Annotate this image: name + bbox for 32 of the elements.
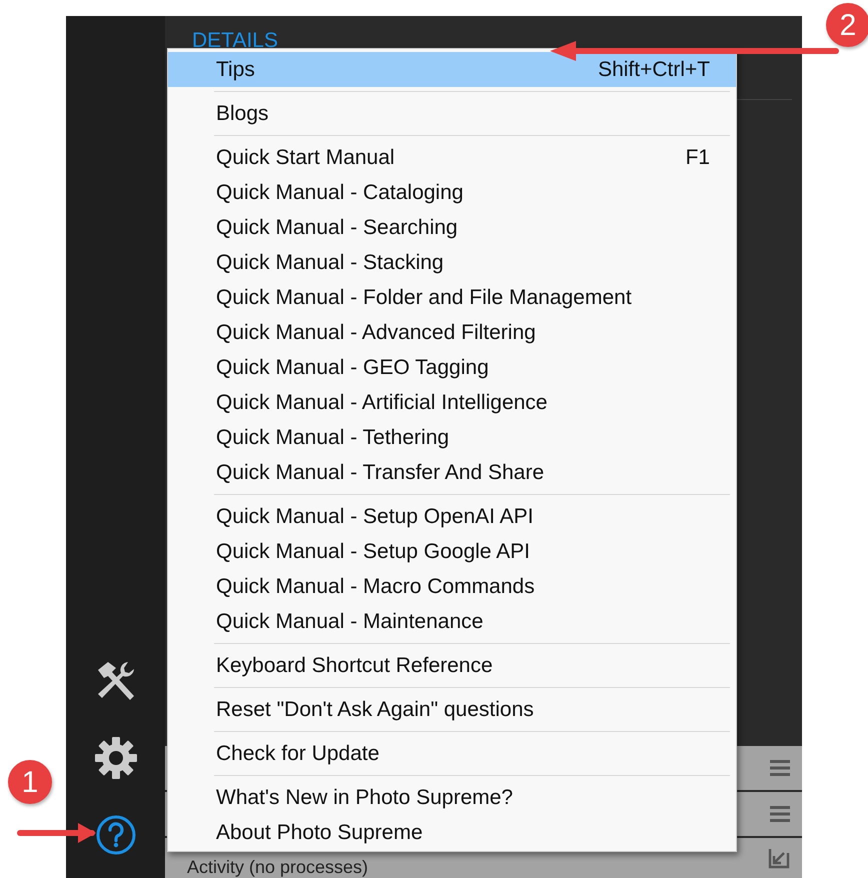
- menu-item[interactable]: Quick Manual - Folder and File Management: [168, 280, 736, 315]
- settings-icon[interactable]: [94, 736, 138, 780]
- collapse-icon[interactable]: [768, 846, 790, 869]
- callout-badge: 2: [826, 3, 868, 47]
- menu-icon[interactable]: [770, 804, 790, 823]
- menu-item[interactable]: Quick Manual - Transfer And Share: [168, 455, 736, 490]
- panel-label: Activity (no processes): [187, 857, 370, 878]
- menu-item[interactable]: Check for Update: [168, 736, 736, 771]
- menu-item[interactable]: Quick Manual - Artificial Intelligence: [168, 385, 736, 420]
- menu-item[interactable]: Quick Manual - Advanced Filtering: [168, 315, 736, 350]
- menu-item[interactable]: What's New in Photo Supreme?: [168, 780, 736, 815]
- menu-item[interactable]: About Photo Supreme: [168, 815, 736, 850]
- shortcut-text: F1: [685, 144, 710, 171]
- menu-item[interactable]: Quick Manual - Searching: [168, 210, 736, 245]
- menu-item[interactable]: Quick Start Manual F1: [168, 140, 736, 175]
- menu-item[interactable]: Quick Manual - Maintenance: [168, 604, 736, 639]
- help-icon[interactable]: [94, 814, 136, 856]
- callout-badge: 1: [8, 760, 52, 804]
- menu-item[interactable]: Quick Manual - Setup OpenAI API: [168, 499, 736, 534]
- menu-item[interactable]: Quick Manual - Macro Commands: [168, 569, 736, 604]
- menu-item[interactable]: Quick Manual - GEO Tagging: [168, 350, 736, 385]
- menu-item[interactable]: Tips Shift+Ctrl+T: [168, 52, 736, 87]
- shortcut-text: Shift+Ctrl+T: [598, 56, 710, 83]
- menu-item[interactable]: Quick Manual - Tethering: [168, 420, 736, 455]
- menu-item[interactable]: Reset "Don't Ask Again" questions: [168, 692, 736, 727]
- menu-item[interactable]: Quick Manual - Stacking: [168, 245, 736, 280]
- panel-title: DETAILS: [191, 28, 279, 52]
- menu-item[interactable]: Blogs: [168, 96, 736, 131]
- menu-item[interactable]: Quick Manual - Cataloging: [168, 175, 736, 210]
- menu-item[interactable]: Quick Manual - Setup Google API: [168, 534, 736, 569]
- menu-icon[interactable]: [770, 758, 790, 777]
- menu-item[interactable]: Keyboard Shortcut Reference: [168, 648, 736, 683]
